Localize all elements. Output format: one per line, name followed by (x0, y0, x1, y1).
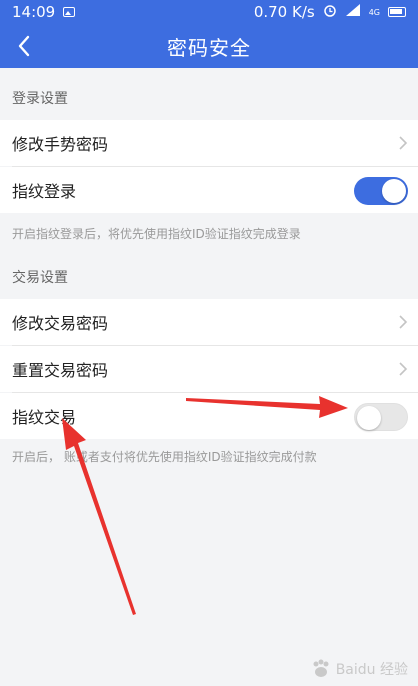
battery-icon (388, 7, 406, 17)
status-right: 0.70 K/s 4G (254, 3, 406, 21)
transaction-note: 开启后， 账或者支付将优先使用指纹ID验证指纹完成付款 (12, 449, 317, 464)
row-label: 修改交易密码 (12, 314, 109, 333)
chevron-right-icon (399, 315, 408, 329)
signal-icon (345, 3, 361, 21)
page-title: 密码安全 (167, 35, 251, 60)
row-label: 重置交易密码 (12, 361, 109, 380)
network-type: 4G (368, 7, 380, 17)
status-bar: 14:09 0.70 K/s 4G (0, 0, 418, 24)
row-change-transaction-password[interactable]: 修改交易密码 (0, 299, 418, 345)
row-reset-transaction-password[interactable]: 重置交易密码 (0, 346, 418, 392)
chevron-right-icon (399, 362, 408, 376)
login-note: 开启指纹登录后，将优先使用指纹ID验证指纹完成登录 (12, 226, 301, 241)
app-bar: 密码安全 (0, 24, 418, 68)
section-header-transaction: 交易设置 (12, 270, 68, 286)
status-left: 14:09 (12, 3, 76, 21)
toggle-knob (357, 406, 381, 430)
alarm-icon (323, 3, 337, 21)
network-speed: 0.70 K/s (253, 3, 315, 21)
row-label: 修改手势密码 (12, 135, 109, 154)
back-arrow-icon (18, 35, 30, 57)
row-fingerprint-login: 指纹登录 (0, 167, 418, 213)
back-button[interactable] (10, 32, 38, 60)
paw-icon (313, 659, 329, 677)
row-fingerprint-transaction: 指纹交易 (0, 393, 418, 439)
watermark: Baidu 经验 (310, 658, 408, 680)
chevron-right-icon (399, 136, 408, 150)
section-header-login: 登录设置 (12, 91, 68, 107)
fingerprint-login-toggle[interactable] (354, 177, 408, 205)
image-notification-icon (63, 7, 76, 17)
toggle-knob (382, 179, 406, 203)
fingerprint-transaction-toggle[interactable] (354, 403, 408, 431)
watermark-text: Baidu 经验 (335, 662, 408, 678)
status-time: 14:09 (12, 3, 56, 21)
row-change-gesture-password[interactable]: 修改手势密码 (0, 120, 418, 166)
